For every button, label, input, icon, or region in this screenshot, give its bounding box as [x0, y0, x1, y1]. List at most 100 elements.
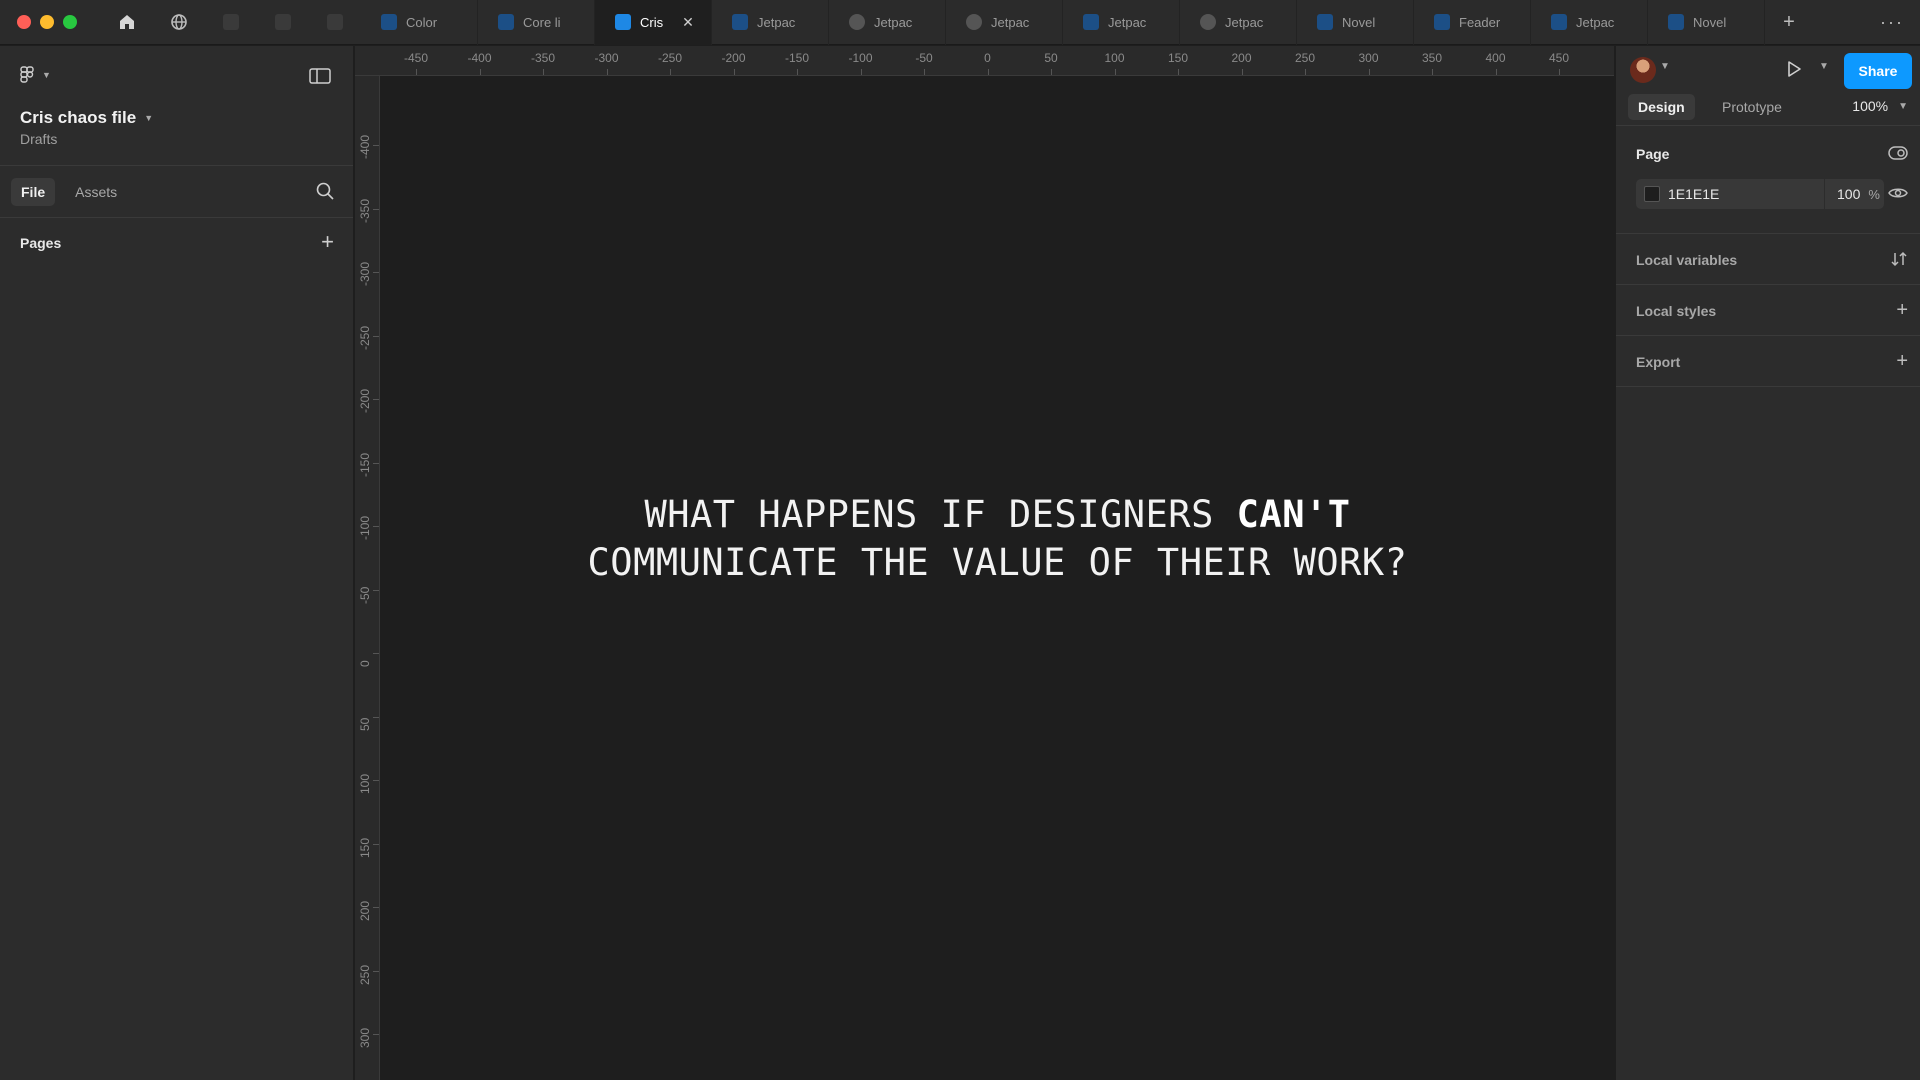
more-options-button[interactable]: ··· [1880, 0, 1904, 45]
tab-file-8[interactable]: Novel [1297, 0, 1414, 45]
add-page-button[interactable]: + [321, 231, 334, 253]
maximize-window-button[interactable] [63, 15, 77, 29]
visibility-toggle[interactable] [1888, 185, 1908, 206]
pinned-tab-3[interactable] [309, 0, 361, 45]
new-tab-button[interactable]: + [1765, 0, 1813, 45]
tab-file-1[interactable]: Core li [478, 0, 595, 45]
figma-file-icon [1317, 14, 1333, 30]
left-sidebar: ▼ Cris chaos file ▼ Drafts File Assets P… [0, 46, 354, 1080]
ruler-label: 250 [358, 964, 372, 985]
local-styles-section[interactable]: Local styles + [1616, 285, 1920, 336]
left-panel-tabs: File Assets [0, 166, 353, 218]
color-swatch[interactable] [1644, 186, 1660, 202]
tab-file-6[interactable]: Jetpac [1063, 0, 1180, 45]
search-button[interactable] [315, 181, 335, 206]
right-sidebar: ▼ ▼ Share Design Prototype 100% ▼ Page 1… [1615, 46, 1920, 1080]
ruler-label: -100 [358, 515, 372, 540]
ruler-label: -400 [358, 134, 372, 159]
ruler-tick [1495, 69, 1497, 75]
tab-prototype[interactable]: Prototype [1712, 94, 1792, 120]
color-hex-value[interactable]: 1E1E1E [1668, 186, 1824, 202]
user-avatar[interactable] [1630, 57, 1656, 83]
tab-file-9[interactable]: Feader [1414, 0, 1531, 45]
opacity-value: 100 [1837, 186, 1861, 202]
ruler-tick [797, 69, 798, 75]
ruler-tick [606, 69, 608, 75]
file-name-label: Cris chaos file [20, 108, 137, 127]
ruler-tick [733, 69, 735, 75]
close-window-button[interactable] [17, 15, 31, 29]
tab-label: Jetpac [757, 14, 796, 30]
tab-file-11[interactable]: Novel [1648, 0, 1765, 45]
chevron-down-icon[interactable]: ▼ [1819, 61, 1829, 72]
right-panel-tabs: Design Prototype 100% ▼ [1616, 90, 1920, 126]
ruler-label: -50 [358, 586, 372, 604]
canvas[interactable]: WHAT HAPPENS IF DESIGNERS CAN'T COMMUNIC… [381, 77, 1614, 1080]
add-style-button[interactable]: + [1896, 300, 1908, 320]
tab-file-4[interactable]: Jetpac [829, 0, 946, 45]
styles-icon [1888, 146, 1908, 160]
ruler-label: -200 [721, 51, 746, 65]
main-menu-button[interactable]: ▼ [20, 66, 51, 84]
ruler-label: 350 [1421, 51, 1443, 65]
tab-label: Cris [640, 14, 664, 30]
tab-file-2[interactable]: Cris ✕ [595, 0, 712, 45]
page-color-field[interactable]: 1E1E1E 100 % [1636, 179, 1884, 209]
figma-file-icon [1083, 14, 1099, 30]
ruler-tick [373, 526, 379, 527]
tab-assets[interactable]: Assets [65, 178, 127, 206]
share-button[interactable]: Share [1844, 53, 1912, 89]
ruler-label: 300 [1358, 51, 1379, 65]
window-controls [17, 15, 77, 29]
zoom-dropdown[interactable]: 100% ▼ [1852, 98, 1908, 114]
add-export-button[interactable]: + [1896, 351, 1908, 371]
pinned-tab-2[interactable] [257, 0, 309, 45]
figma-file-icon [327, 14, 343, 30]
figma-file-icon [1668, 14, 1684, 30]
tab-file-0[interactable]: Color [361, 0, 478, 45]
close-tab-icon[interactable]: ✕ [682, 14, 694, 31]
figjam-file-icon [1200, 14, 1216, 30]
local-variables-section[interactable]: Local variables [1616, 234, 1920, 285]
tab-file-10[interactable]: Jetpac [1531, 0, 1648, 45]
present-button[interactable] [1784, 59, 1804, 84]
variables-button[interactable] [1890, 250, 1908, 272]
ruler-label: -300 [358, 261, 372, 286]
headline-emphasis: CAN'T [1236, 493, 1351, 536]
headline-line-1: WHAT HAPPENS IF DESIGNERS CAN'T [381, 491, 1614, 539]
ruler-label: 0 [984, 51, 991, 65]
opacity-unit: % [1868, 186, 1880, 202]
pinned-tab-1[interactable] [205, 0, 257, 45]
ruler-label: 250 [1294, 51, 1316, 65]
tab-file[interactable]: File [11, 177, 56, 206]
figma-file-icon [498, 14, 514, 30]
opacity-field[interactable]: 100 % [1824, 179, 1884, 209]
tab-design[interactable]: Design [1628, 94, 1695, 120]
home-button[interactable] [101, 0, 153, 45]
community-button[interactable] [153, 0, 205, 45]
ruler-label: 150 [1167, 51, 1189, 65]
tab-file-7[interactable]: Jetpac [1180, 0, 1297, 45]
ruler-label: -50 [915, 51, 933, 65]
figma-file-icon [615, 14, 631, 30]
ruler-tick [373, 907, 379, 908]
figma-file-icon [275, 14, 291, 30]
local-styles-label: Local styles [1636, 303, 1717, 319]
tab-label: Feader [1459, 14, 1501, 30]
canvas-text[interactable]: WHAT HAPPENS IF DESIGNERS CAN'T COMMUNIC… [381, 491, 1614, 587]
chevron-down-icon[interactable]: ▼ [1660, 61, 1670, 72]
ruler-tick [1559, 69, 1560, 75]
file-name[interactable]: Cris chaos file ▼ [20, 108, 153, 128]
figjam-file-icon [966, 14, 982, 30]
tab-file-5[interactable]: Jetpac [946, 0, 1063, 45]
styles-toggle-button[interactable] [1888, 144, 1908, 166]
export-section[interactable]: Export + [1616, 336, 1920, 387]
tab-label: Jetpac [1576, 14, 1615, 30]
toggle-sidebar-button[interactable] [309, 68, 331, 89]
minimize-window-button[interactable] [40, 15, 54, 29]
ruler-tick [373, 589, 379, 591]
tab-label: Novel [1342, 14, 1376, 30]
tab-label: Jetpac [1225, 14, 1264, 30]
tab-file-3[interactable]: Jetpac [712, 0, 829, 45]
file-location[interactable]: Drafts [20, 131, 57, 147]
